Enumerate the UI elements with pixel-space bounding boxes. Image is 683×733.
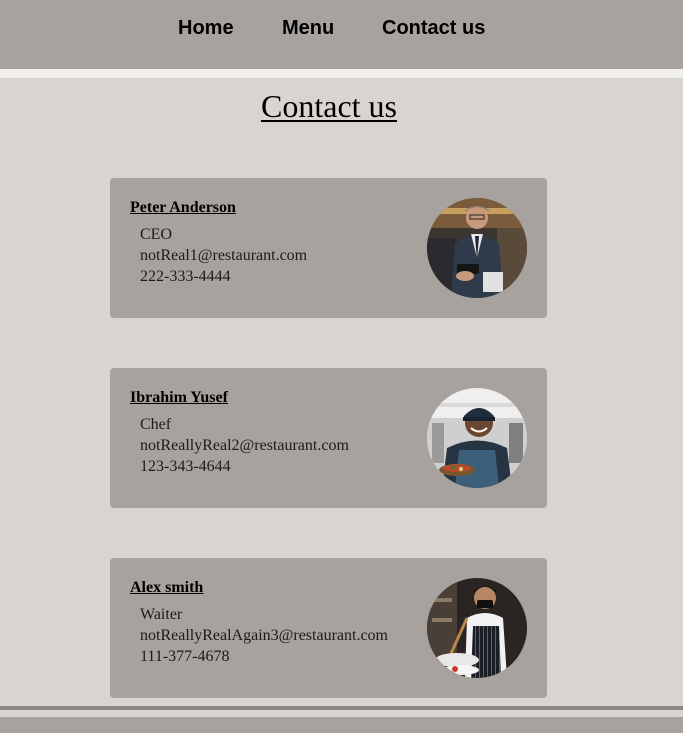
contact-card: Alex smith Waiter notReallyRealAgain3@re…: [110, 558, 547, 698]
contact-email: notReal1@restaurant.com: [140, 247, 308, 264]
contact-role: Waiter: [140, 606, 183, 623]
page-title: Contact us: [261, 88, 397, 124]
contact-phone: 123-343-4644: [140, 458, 231, 475]
contact-name: Alex smith: [130, 579, 204, 596]
nav-link-menu[interactable]: Menu: [282, 17, 334, 40]
footer: [0, 717, 683, 733]
nav-link-contact-us[interactable]: Contact us: [382, 17, 485, 40]
contact-name: Peter Anderson: [130, 199, 236, 216]
businessman-photo-icon: [427, 198, 527, 298]
nav-link-home[interactable]: Home: [178, 17, 234, 40]
contact-role: CEO: [140, 226, 172, 243]
contact-email: notReallyRealAgain3@restaurant.com: [140, 627, 388, 644]
contact-name: Ibrahim Yusef: [130, 389, 228, 406]
nav-divider: [0, 69, 683, 78]
contact-card: Peter Anderson CEO notReal1@restaurant.c…: [110, 178, 547, 318]
footer-divider: [0, 706, 683, 710]
contact-phone: 111-377-4678: [140, 648, 230, 665]
contact-card: Ibrahim Yusef Chef notReallyReal2@restau…: [110, 368, 547, 508]
chef-photo-icon: [427, 388, 527, 488]
contact-email: notReallyReal2@restaurant.com: [140, 437, 349, 454]
contact-role: Chef: [140, 416, 172, 433]
waiter-photo-icon: [427, 578, 527, 678]
contact-phone: 222-333-4444: [140, 268, 231, 285]
top-navbar: Home Menu Contact us: [0, 0, 683, 69]
